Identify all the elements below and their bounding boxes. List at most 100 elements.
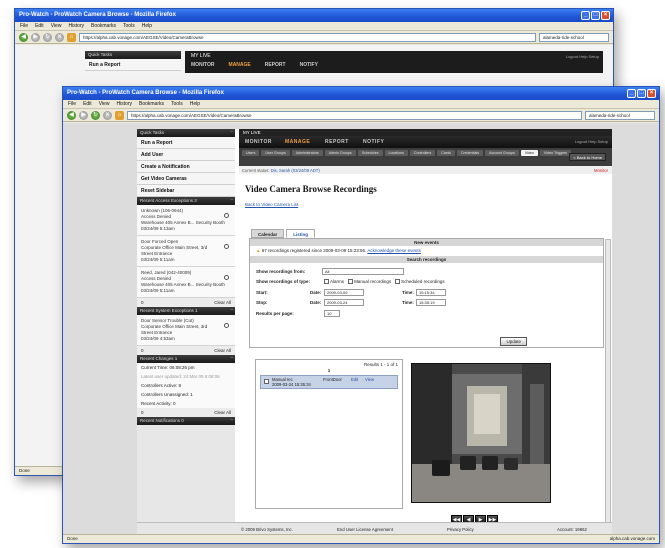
video-frame[interactable] — [411, 363, 551, 503]
stop-icon[interactable]: ✕ — [103, 110, 112, 120]
close-icon[interactable]: × — [647, 89, 656, 98]
subnav-administrators[interactable]: Administrators — [291, 150, 323, 156]
scheduled-checkbox[interactable] — [394, 279, 400, 285]
per-page-select[interactable]: 10 — [324, 310, 340, 317]
menu-help[interactable]: Help — [142, 23, 152, 29]
tab-calendar[interactable]: Calendar — [251, 229, 285, 238]
vertical-scrollbar[interactable] — [605, 239, 611, 539]
minimize-icon[interactable]: _ — [627, 89, 636, 98]
subnav-locations[interactable]: Locations — [384, 150, 408, 156]
url-input[interactable]: https://alpha.cab.vonage.com/AEGSE/Video… — [127, 110, 582, 120]
home-icon[interactable]: ⌂ — [115, 110, 124, 120]
start-time-input[interactable]: 15:15:34 — [416, 289, 446, 296]
tab-monitor[interactable]: MONITOR — [245, 139, 272, 145]
quick-task-run-report[interactable]: Run a Report — [137, 137, 235, 149]
menu-file[interactable]: File — [68, 101, 76, 107]
subnav-users[interactable]: Users — [242, 150, 260, 156]
back-arrow-icon[interactable]: ◀ — [67, 110, 76, 120]
reload-icon[interactable]: ↻ — [43, 32, 52, 42]
row-view-link[interactable]: View — [365, 377, 374, 382]
subnav-cards[interactable]: Cards — [437, 150, 455, 156]
row-edit-link[interactable]: Edit — [351, 377, 358, 382]
manual-checkbox[interactable] — [347, 279, 353, 285]
menu-file[interactable]: File — [20, 23, 28, 29]
show-from-select[interactable]: All — [322, 268, 404, 275]
table-row[interactable]: Manual rec 2009-03-24 15:35:34 FrontDoor … — [260, 375, 398, 389]
reload-icon[interactable]: ↻ — [91, 110, 100, 120]
menu-history[interactable]: History — [68, 23, 84, 29]
collapse-icon[interactable]: – — [230, 129, 233, 134]
access-event[interactable]: Door Forced Open Corporate Office Main St… — [137, 236, 235, 267]
tab-report[interactable]: REPORT — [325, 139, 349, 145]
menu-view[interactable]: View — [99, 101, 110, 107]
menu-view[interactable]: View — [51, 23, 62, 29]
event-radio[interactable] — [224, 213, 229, 218]
privacy-link[interactable]: Privacy Policy — [447, 527, 474, 532]
close-icon[interactable]: × — [601, 11, 610, 20]
collapse-icon[interactable]: – — [230, 197, 233, 202]
search-input[interactable]: alameda-ride-school — [585, 110, 655, 120]
back-to-home-button[interactable]: < Back to Home — [569, 153, 606, 161]
back-search-input[interactable]: alameda-ride-school — [539, 32, 609, 42]
maximize-icon[interactable]: □ — [591, 11, 600, 20]
subnav-admin-groups[interactable]: Admin Groups — [324, 150, 356, 156]
back-arrow-icon[interactable]: ◀ — [19, 32, 28, 42]
subnav-user-groups[interactable]: User Groups — [261, 150, 290, 156]
collapse-icon[interactable]: – — [230, 307, 233, 312]
back-tab-report[interactable]: REPORT — [265, 62, 286, 68]
tab-manage[interactable]: MANAGE — [285, 139, 310, 145]
back-util-links[interactable]: Logout Help Setup — [566, 54, 599, 59]
stop-icon[interactable]: ✕ — [55, 32, 64, 42]
back-url-input[interactable]: https://alpha.cab.vonage.com/AEGSE/Video… — [79, 32, 536, 42]
clear-all-link[interactable]: Clear All — [214, 300, 231, 305]
current-user-link[interactable]: Dis, Sarah (03/24/09 ADT) — [271, 168, 320, 173]
minimize-icon[interactable]: _ — [581, 11, 590, 20]
monitor-link[interactable]: Monitor — [594, 168, 608, 173]
forward-arrow-icon[interactable]: ▶ — [31, 32, 40, 42]
subnav-credentials[interactable]: Credentials — [456, 150, 484, 156]
back-tab-monitor[interactable]: MONITOR — [191, 62, 215, 68]
event-radio[interactable] — [224, 323, 229, 328]
back-tab-manage[interactable]: MANAGE — [229, 62, 251, 68]
event-radio[interactable] — [224, 275, 229, 280]
eula-link[interactable]: End User License Agreement — [337, 527, 393, 532]
back-run-report-link[interactable]: Run a Report — [85, 59, 181, 71]
menu-tools[interactable]: Tools — [171, 101, 183, 107]
menu-edit[interactable]: Edit — [83, 101, 92, 107]
quick-task-reset-sidebar[interactable]: Reset Sidebar — [137, 185, 235, 197]
acknowledge-link[interactable]: Acknowledge these events — [367, 248, 421, 253]
forward-arrow-icon[interactable]: ▶ — [79, 110, 88, 120]
collapse-icon[interactable]: – — [230, 417, 233, 422]
quick-task-add-user[interactable]: Add User — [137, 149, 235, 161]
menu-edit[interactable]: Edit — [35, 23, 44, 29]
subnav-account-groups[interactable]: Account Groups — [485, 150, 519, 156]
results-page-number[interactable]: 1 — [256, 368, 402, 375]
menu-tools[interactable]: Tools — [123, 23, 135, 29]
quick-task-create-notification[interactable]: Create a Notification — [137, 161, 235, 173]
menu-history[interactable]: History — [116, 101, 132, 107]
subnav-video-triggers[interactable]: Video Triggers — [540, 150, 572, 156]
alarms-checkbox[interactable] — [324, 279, 329, 285]
tab-listing[interactable]: Listing — [286, 229, 316, 238]
stop-date-input[interactable]: 2009-03-24 — [324, 299, 364, 306]
system-event[interactable]: Door Sensor Trouble (Cut) Corporate Offic… — [137, 315, 235, 346]
subnav-controllers[interactable]: Controllers — [409, 150, 436, 156]
update-button[interactable]: Update — [500, 337, 527, 346]
stop-time-input[interactable]: 15:35:19 — [416, 299, 446, 306]
clear-all-link[interactable]: Clear All — [214, 348, 231, 353]
back-tab-notify[interactable]: NOTIFY — [300, 62, 318, 68]
clear-all-link[interactable]: Clear All — [214, 410, 231, 415]
access-event[interactable]: Unknown (106-0944) Access Denied Warehous… — [137, 205, 235, 236]
menu-help[interactable]: Help — [190, 101, 200, 107]
util-links[interactable]: Logout Help Setup — [575, 139, 608, 144]
back-to-camera-list-link[interactable]: Back to Video Camera List — [239, 198, 612, 211]
event-radio[interactable] — [224, 244, 229, 249]
subnav-schedules[interactable]: Schedules — [357, 150, 383, 156]
row-checkbox[interactable] — [264, 379, 269, 384]
subnav-video[interactable]: Video — [520, 150, 538, 156]
menu-bookmarks[interactable]: Bookmarks — [139, 101, 164, 107]
quick-task-get-video-cameras[interactable]: Get Video Cameras — [137, 173, 235, 185]
collapse-icon[interactable]: – — [230, 355, 233, 360]
maximize-icon[interactable]: □ — [637, 89, 646, 98]
menu-bookmarks[interactable]: Bookmarks — [91, 23, 116, 29]
